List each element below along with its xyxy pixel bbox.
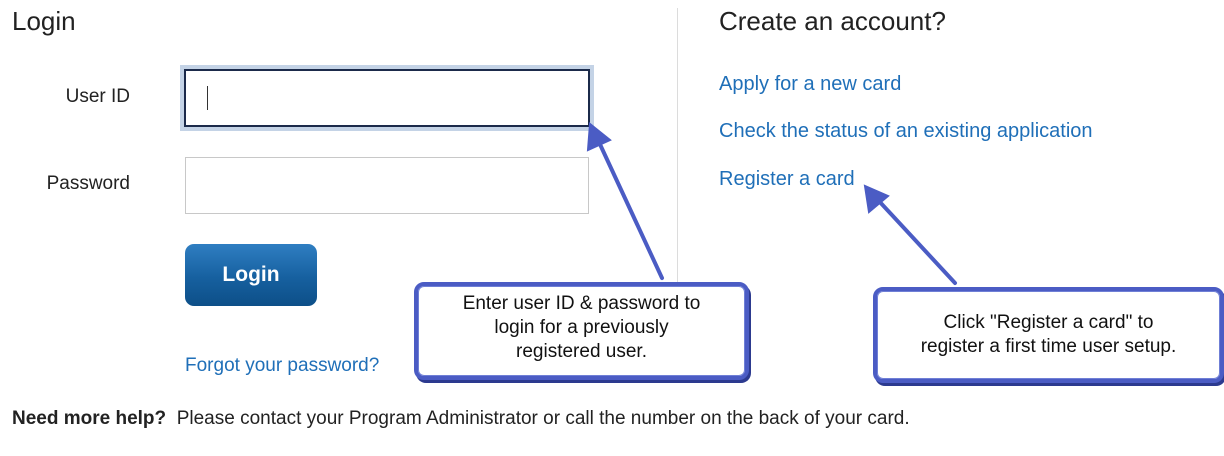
password-input[interactable] <box>185 157 589 214</box>
callout-line: Click "Register a card" to <box>943 312 1154 333</box>
login-hint-callout: Enter user ID & password to login for a … <box>414 282 749 380</box>
arrow-to-user-id-head <box>586 122 612 152</box>
callout-line: login for a previously <box>494 317 669 338</box>
user-id-label: User ID <box>65 86 130 107</box>
help-heading: Need more help? <box>12 408 167 429</box>
help-message: Please contact your Program Administrato… <box>176 408 910 429</box>
arrow-to-user-id-shaft <box>596 138 664 280</box>
create-account-title: Create an account? <box>719 6 946 36</box>
help-text: Need more help? Please contact your Prog… <box>12 408 910 430</box>
user-id-input[interactable] <box>184 69 590 127</box>
arrow-to-register-shaft <box>876 198 957 285</box>
password-label: Password <box>46 173 130 194</box>
register-hint-callout: Click "Register a card" to register a fi… <box>873 287 1224 383</box>
forgot-password-link[interactable]: Forgot your password? <box>185 355 379 377</box>
callout-line: registered user. <box>516 341 647 362</box>
login-title: Login <box>12 6 76 36</box>
check-application-status-link[interactable]: Check the status of an existing applicat… <box>719 120 1093 143</box>
apply-new-card-link[interactable]: Apply for a new card <box>719 73 901 96</box>
arrow-to-register-head <box>863 184 890 214</box>
text-caret <box>207 86 208 110</box>
register-card-link[interactable]: Register a card <box>719 168 855 191</box>
callout-line: Enter user ID & password to <box>462 293 701 314</box>
login-button[interactable]: Login <box>185 244 317 306</box>
callout-line: register a first time user setup. <box>920 336 1177 357</box>
